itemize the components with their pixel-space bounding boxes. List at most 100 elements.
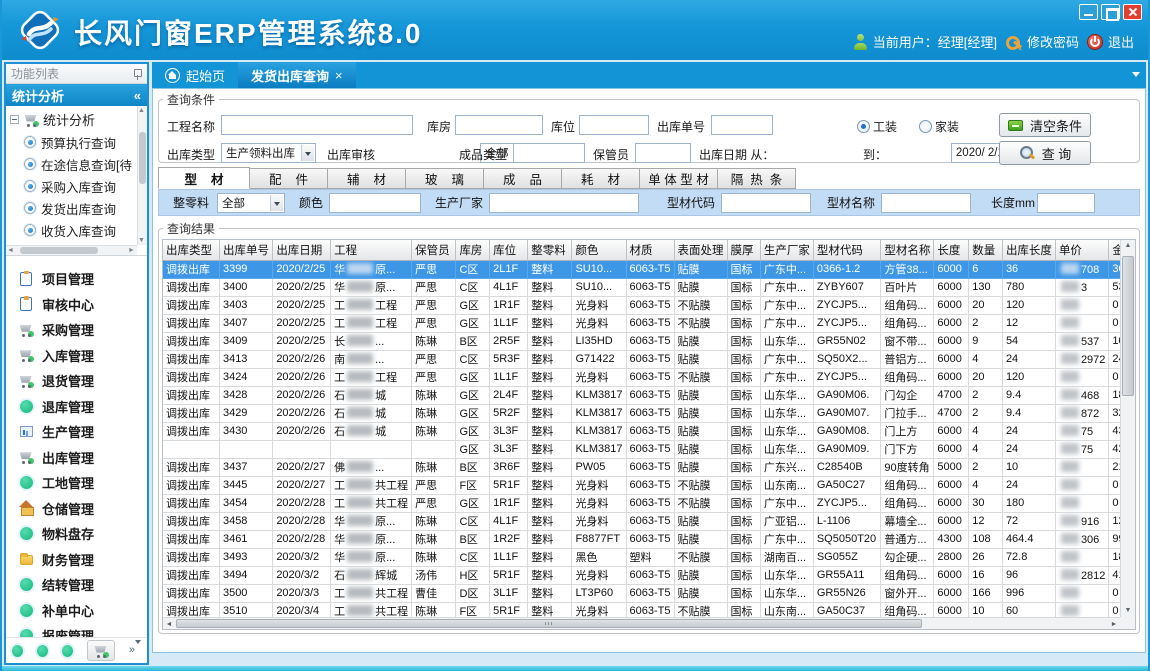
table-row[interactable]: 调拨出库34292020/2/26石城陈琳G区5R2F整料KLM38176063…	[163, 404, 1135, 422]
column-header[interactable]: 型材代码	[813, 240, 881, 260]
table-row[interactable]: 调拨出库34582020/2/28华原...陈琳C区4L1F整料光身料6063-…	[163, 512, 1135, 530]
column-header[interactable]: 出库日期	[273, 240, 331, 260]
column-header[interactable]: 保管员	[412, 240, 456, 260]
table-row[interactable]: 调拨出库34942020/3/2石辉城汤伟H区5R1F整料光身料6063-T5贴…	[163, 566, 1135, 584]
sidebar-item-审核中心[interactable]: 审核中心	[6, 292, 147, 318]
minimize-button[interactable]	[1079, 4, 1098, 20]
maximize-button[interactable]	[1101, 4, 1120, 20]
column-header[interactable]: 膜厚	[727, 240, 760, 260]
tree-item[interactable]: 预算执行查询	[8, 131, 136, 153]
sidebar-item-入库管理[interactable]: 入库管理	[6, 343, 147, 369]
collapse-icon[interactable]: «	[134, 88, 141, 103]
sidebar-item-退货管理[interactable]: 退货管理	[6, 368, 147, 394]
column-header[interactable]: 工程	[331, 240, 412, 260]
scrollbar-thumb[interactable]	[1122, 256, 1134, 396]
column-header[interactable]: 长度	[934, 240, 969, 260]
sidebar-item-补单中心[interactable]: 补单中心	[6, 598, 147, 624]
scroll-left-icon[interactable]: ◄	[164, 620, 174, 630]
scroll-left-icon[interactable]: ◄	[7, 247, 15, 254]
scroll-down-icon[interactable]: ▼	[138, 237, 145, 244]
table-row[interactable]: 调拨出库34002020/2/25华原...严思C区4L1F整料SU10...6…	[163, 278, 1135, 296]
table-row[interactable]: 调拨出库34612020/2/28华原...陈琳B区1R2F整料F8877FT6…	[163, 530, 1135, 548]
location-input[interactable]	[579, 115, 649, 135]
tree-item[interactable]: 采购入库查询	[8, 175, 136, 197]
sidebar-item-项目管理[interactable]: 项目管理	[6, 266, 147, 292]
profile-code-input[interactable]	[721, 193, 811, 213]
product-type-input[interactable]	[513, 143, 585, 163]
table-row[interactable]: 调拨出库34032020/2/25工工程严思G区1R1F整料光身料6063-T5…	[163, 296, 1135, 314]
column-header[interactable]: 库房	[456, 240, 490, 260]
column-header[interactable]: 数量	[969, 240, 1003, 260]
material-tab[interactable]: 配 件	[250, 168, 328, 189]
sidebar-item-报废管理[interactable]: 报废管理	[6, 623, 147, 637]
column-header[interactable]: 出库单号	[219, 240, 272, 260]
sidebar-overflow-button[interactable]: »	[129, 646, 141, 655]
material-tab[interactable]: 型 材	[158, 167, 250, 189]
table-row[interactable]: 调拨出库34542020/2/28工共工程严思G区1R1F整料光身料6063-T…	[163, 494, 1135, 512]
pin-icon[interactable]	[132, 68, 142, 80]
table-row[interactable]: 调拨出库34282020/2/26石城陈琳G区2L4F整料KLM38176063…	[163, 386, 1135, 404]
search-button[interactable]: 查 询	[999, 141, 1091, 165]
column-header[interactable]: 出库类型	[163, 240, 219, 260]
column-header[interactable]: 整零料	[528, 240, 572, 260]
tree-horizontal-scrollbar[interactable]: ◄ ►	[6, 245, 137, 255]
tree-vertical-scrollbar[interactable]: ▲ ▼	[137, 106, 147, 245]
tree-expander-icon[interactable]	[10, 115, 19, 124]
table-row[interactable]: 调拨出库35002020/3/3工共工程曹佳D区3L1F整料LT3P606063…	[163, 584, 1135, 602]
green-dot-icon[interactable]	[12, 645, 23, 657]
sidebar-item-物料盘存[interactable]: 物料盘存	[6, 521, 147, 547]
table-horizontal-scrollbar[interactable]: ◄ ►	[163, 617, 1120, 629]
table-row[interactable]: 调拨出库34092020/2/25长...陈琳B区2R5F整料LI35HD606…	[163, 332, 1135, 350]
tab-list-dropdown-icon[interactable]	[1132, 72, 1140, 77]
length-input[interactable]	[1037, 193, 1095, 213]
close-button[interactable]	[1123, 4, 1142, 20]
cart-shortcut-button[interactable]	[87, 640, 115, 661]
column-header[interactable]: 型材名称	[881, 240, 934, 260]
scroll-up-icon[interactable]: ▲	[1121, 241, 1135, 251]
tree-item[interactable]: 收货入库查询	[8, 219, 136, 241]
table-row[interactable]: 调拨出库34452020/2/27工共工程严思F区5R1F整料光身料6063-T…	[163, 476, 1135, 494]
logout-button[interactable]: 退出	[1087, 32, 1134, 51]
column-header[interactable]: 颜色	[572, 240, 626, 260]
table-vertical-scrollbar[interactable]: ▲ ▼	[1120, 240, 1135, 617]
material-tab[interactable]: 成 品	[484, 168, 562, 189]
keeper-input[interactable]	[635, 143, 691, 163]
column-header[interactable]: 材质	[626, 240, 674, 260]
table-row[interactable]: G区3L3F整料KLM38176063-T5贴膜国标山东华...GA90M09.…	[163, 440, 1135, 458]
column-header[interactable]: 单价	[1055, 240, 1108, 260]
tab-close-icon[interactable]: ×	[335, 68, 343, 83]
table-row[interactable]: 调拨出库34932020/3/2华原...陈琳C区1L1F整料黑色塑料不贴膜国标…	[163, 548, 1135, 566]
sidebar-item-财务管理[interactable]: 财务管理	[6, 547, 147, 573]
table-row[interactable]: 调拨出库34242020/2/26工工程严思G区1L1F整料光身料6063-T5…	[163, 368, 1135, 386]
material-tab[interactable]: 耗 材	[562, 168, 640, 189]
material-tab[interactable]: 辅 材	[328, 168, 406, 189]
sidebar-item-生产管理[interactable]: 生产管理	[6, 419, 147, 445]
tab-shipping-query[interactable]: 发货出库查询 ×	[238, 62, 356, 88]
scroll-down-icon[interactable]: ▼	[1121, 606, 1135, 616]
scroll-right-icon[interactable]: ►	[128, 247, 136, 254]
project-name-input[interactable]	[221, 115, 413, 135]
green-dot-icon[interactable]	[62, 645, 73, 657]
whole-piece-select[interactable]: 全部	[217, 193, 285, 213]
radio-unchecked-icon[interactable]	[919, 120, 932, 133]
column-header[interactable]: 出库长度	[1002, 240, 1055, 260]
profile-name-input[interactable]	[881, 193, 971, 213]
color-input[interactable]	[329, 193, 421, 213]
radio-home[interactable]: 家装	[919, 118, 959, 135]
sidebar-item-退库管理[interactable]: 退库管理	[6, 394, 147, 420]
radio-work[interactable]: 工装	[857, 118, 897, 135]
tab-home[interactable]: 起始页	[152, 62, 238, 88]
sidebar-item-结转管理[interactable]: 结转管理	[6, 572, 147, 598]
scrollbar-thumb[interactable]	[139, 132, 146, 184]
scrollbar-thumb[interactable]	[20, 247, 98, 254]
scrollbar-thumb[interactable]	[176, 619, 922, 628]
table-row[interactable]: 调拨出库34132020/2/26南...严思C区5R3F整料G71422606…	[163, 350, 1135, 368]
out-type-select[interactable]: 生产领料出库	[221, 143, 316, 163]
sidebar-item-仓储管理[interactable]: 仓储管理	[6, 496, 147, 522]
radio-checked-icon[interactable]	[857, 120, 870, 133]
sidebar-item-采购管理[interactable]: 采购管理	[6, 317, 147, 343]
order-no-input[interactable]	[711, 115, 773, 135]
table-row[interactable]: 调拨出库34372020/2/27佛...陈琳B区3R6F整料PW056063-…	[163, 458, 1135, 476]
clear-conditions-button[interactable]: 清空条件	[999, 113, 1091, 137]
column-header[interactable]: 生产厂家	[760, 240, 813, 260]
